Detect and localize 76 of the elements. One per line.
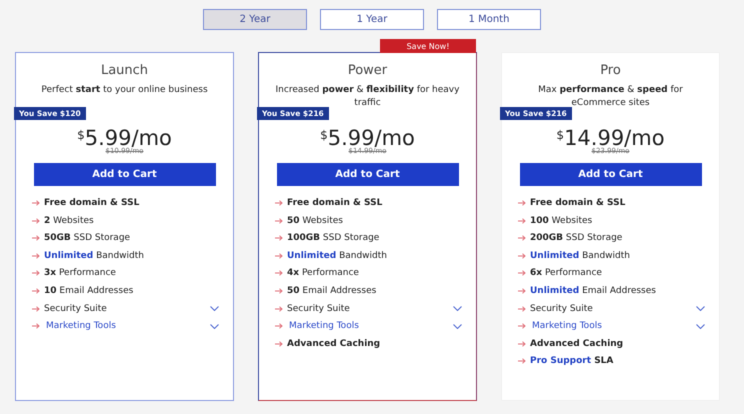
feature-text: Security Suite — [530, 304, 594, 314]
plan-tagline: Perfect start to your online business — [40, 84, 209, 97]
feature-text: 50GB SSD Storage — [44, 233, 132, 244]
feature-text: 2 Websites — [44, 216, 95, 226]
chevron-down-icon[interactable] — [453, 324, 462, 329]
arrow-icon — [275, 252, 283, 259]
feature-text: Security Suite — [44, 304, 108, 314]
feature-text: Security Suite — [287, 304, 351, 314]
feature-text: 50 Email Addresses — [287, 286, 378, 296]
arrow-icon — [518, 306, 526, 312]
feature-text: Free domain & SSL — [287, 198, 384, 208]
currency-symbol: $ — [77, 128, 85, 142]
arrow-icon — [275, 218, 283, 224]
feature-text: Unlimited Bandwidth — [44, 250, 145, 261]
feature-text: Advanced Caching — [530, 338, 624, 349]
ribbon-label: Save Now! — [380, 39, 476, 53]
arrow-icon — [32, 288, 40, 294]
chevron-down-icon[interactable] — [453, 306, 462, 312]
chevron-down-icon[interactable] — [696, 306, 705, 312]
plan-name: Pro — [600, 63, 621, 78]
arrow-icon — [32, 235, 40, 242]
feature-text: 50 Websites — [287, 216, 344, 226]
feature-text: Marketing Tools — [45, 321, 117, 332]
billing-period-tab[interactable]: 1 Month — [437, 9, 541, 30]
currency-symbol: $ — [320, 128, 328, 142]
arrow-icon — [275, 323, 283, 330]
arrow-icon — [518, 288, 526, 294]
arrow-icon — [275, 288, 283, 294]
feature-text: Free domain & SSL — [44, 198, 140, 208]
feature-text: 100GB SSD Storage — [287, 233, 380, 244]
arrow-icon — [32, 306, 40, 312]
feature-text: Marketing Tools — [531, 321, 603, 332]
feature-text: Unlimited Email Addresses — [530, 286, 657, 296]
arrow-icon — [518, 218, 526, 224]
arrow-icon — [32, 252, 40, 259]
feature-text: Free domain & SSL — [530, 198, 626, 208]
arrow-icon — [32, 270, 40, 276]
currency-symbol: $ — [556, 128, 564, 142]
arrow-icon — [518, 270, 526, 276]
arrow-icon — [518, 235, 526, 242]
arrow-icon — [518, 340, 526, 347]
feature-text: Unlimited Bandwidth — [530, 250, 631, 261]
arrow-icon — [518, 358, 526, 364]
chevron-down-icon[interactable] — [696, 324, 705, 329]
arrow-icon — [518, 252, 526, 259]
add-to-cart-button[interactable]: Add to Cart — [34, 163, 216, 186]
add-to-cart-button[interactable]: Add to Cart — [520, 163, 702, 186]
feature-text: Unlimited Bandwidth — [287, 250, 388, 261]
arrow-icon — [275, 340, 283, 347]
arrow-icon — [275, 200, 283, 206]
arrow-icon — [518, 200, 526, 206]
add-to-cart-button[interactable]: Add to Cart — [276, 163, 458, 186]
arrow-icon — [32, 323, 40, 330]
billing-period-tab[interactable]: 2 Year — [203, 9, 307, 30]
feature-text: 4x Performance — [287, 268, 360, 278]
plan-tagline: Max performance & speed for eCommerce sites — [537, 84, 684, 108]
feature-text: Marketing Tools — [288, 321, 360, 332]
arrow-icon — [275, 235, 283, 242]
feature-text: Advanced Caching — [287, 338, 382, 349]
feature-text: 100 Websites — [530, 216, 594, 226]
billing-period-tab[interactable]: 1 Year — [320, 9, 424, 30]
arrow-icon — [275, 270, 283, 276]
feature-text: 6x Performance — [530, 268, 603, 278]
feature-text: 200GB SSD Storage — [530, 233, 624, 244]
chevron-down-icon[interactable] — [210, 306, 219, 312]
arrow-icon — [518, 323, 526, 330]
plan-name: Power — [348, 63, 388, 78]
feature-text: Pro Support SLA — [530, 356, 614, 366]
arrow-icon — [275, 306, 283, 312]
chevron-down-icon[interactable] — [210, 324, 219, 329]
plan-name: Launch — [100, 63, 148, 78]
feature-text: 3x Performance — [44, 268, 117, 278]
feature-text: 10 Email Addresses — [44, 286, 134, 296]
arrow-icon — [32, 218, 40, 224]
arrow-icon — [32, 200, 40, 206]
plan-tagline: Increased power & flexibility for heavy traffic — [274, 84, 460, 108]
